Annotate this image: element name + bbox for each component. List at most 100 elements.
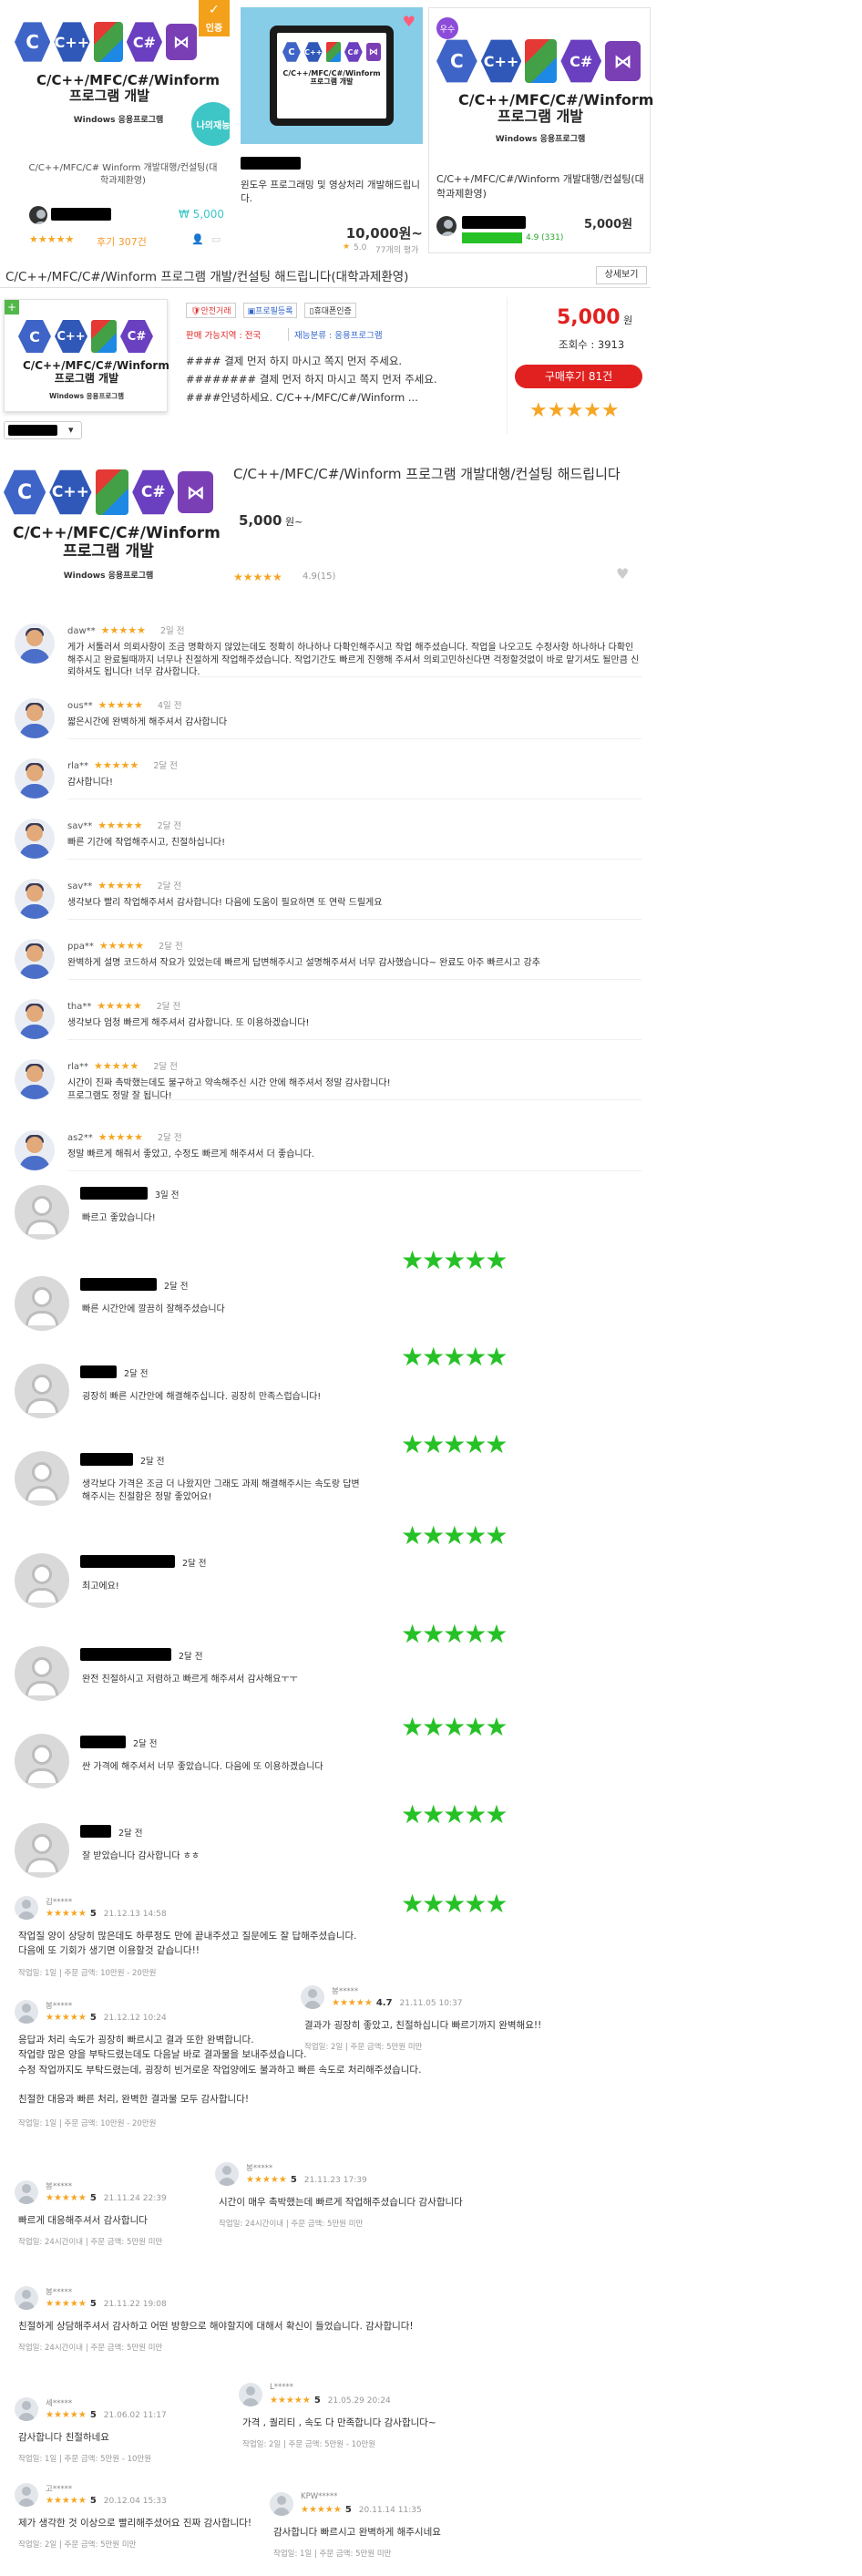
review-header: daw** ★★★★★ 2일 전 (67, 623, 185, 636)
review-stars: ★★★★★ (301, 2505, 342, 2515)
option-select[interactable]: ▾ (4, 421, 82, 439)
reviewer-name-redacted (80, 1825, 111, 1838)
visual-studio-icon: ⋈ (166, 24, 197, 60)
mfc-cubes-icon (325, 42, 341, 62)
review-text: 빠른 기간에 작업해주시고, 친절하십니다! (67, 838, 226, 848)
product-card-2[interactable]: C C++ C# ⋈ C/C++/MFC/C#/Winform 프로그램 개발 … (241, 7, 423, 255)
csharp-logo-icon: C# (120, 320, 153, 353)
reviewer-avatar (15, 2397, 38, 2421)
detail-button[interactable]: 상세보기 (596, 266, 647, 284)
card-2-thumbnail[interactable]: C C++ C# ⋈ C/C++/MFC/C#/Winform 프로그램 개발 … (241, 7, 423, 144)
review-item: 2달 전 생각보다 가격은 조금 더 나왔지만 그래도 과제 해결해주시는 속도랑… (15, 1451, 643, 1551)
detail-title: C/C++/MFC/C#/Winform 프로그램 개발/컨설팅 해드립니다(대… (5, 270, 409, 284)
heart-icon[interactable]: ♥ (616, 565, 629, 582)
review-item: KPW***** ★★★★★ 5 20.11.14 11:35 감사합니다 빠르시고 완… (270, 2492, 598, 2559)
certified-badge: ✓ 인증 (199, 0, 230, 36)
card-1-logo-sub: Windows 응용프로그램 (73, 116, 164, 125)
product-stars: ★★★★★ (233, 571, 282, 583)
review-item: 봉***** ★★★★★ 5 21.12.12 10:24 응답과 처리 속도가 굉장히… (15, 2000, 598, 2128)
review-item: sav** ★★★★★ 2달 전 생각보다 빨리 작업해주셔서 감사합니다! 다음에 … (15, 875, 643, 930)
option-redacted (8, 425, 57, 436)
reviewer-avatar (15, 2000, 38, 2024)
review-header: ppa** ★★★★★ 2달 전 (67, 939, 183, 952)
purchase-review-button[interactable]: 구매후기 81건 (515, 365, 642, 388)
seller-name-redacted (462, 216, 526, 229)
review-time: 2일 전 (159, 626, 185, 636)
product-card-1[interactable]: ✓ 인증 C C++ C# ⋈ C/C++/MFC/C#/Winform 프로그… (0, 0, 239, 249)
cpp-logo-icon: C++ (54, 22, 90, 62)
review-score: 5 (313, 2396, 321, 2406)
review-text: 생각보다 빨리 작업해주셔서 감사합니다! 다음에 도움이 필요하면 또 연락 … (67, 898, 383, 908)
review-text: 생각보다 가격은 조금 더 나왔지만 그래도 과제 해결해주시는 속도랑 답변 … (82, 1479, 360, 1502)
review-divider (67, 1099, 641, 1100)
product-card-3[interactable]: 우수 C C++ C# ⋈ C/C++/MFC/C#/Winform 프로그램 … (428, 7, 653, 253)
review-divider (67, 919, 641, 920)
review-meta: 작업일: 1일 | 주문 금액: 5만원 - 10만원 (18, 2455, 152, 2464)
review-stars: ★★★★★ (46, 2299, 87, 2309)
reviewer-avatar (15, 698, 55, 738)
language-logos: C C++ C# ⋈ (4, 465, 213, 520)
seller-avatar (29, 206, 47, 224)
review-item: rla** ★★★★★ 2달 전 감사합니다! (15, 755, 643, 809)
card-1-review-count[interactable]: 후기 307건 (97, 234, 147, 249)
category: 재능분류 : 응용프로그램 (288, 328, 383, 341)
review-stars-green: ★★★★★ (401, 1520, 508, 1551)
review-rating-line: ★★★★★ 5 21.06.02 11:17 (46, 2408, 167, 2420)
review-item: tha** ★★★★★ 2달 전 생각보다 엄청 빠르게 해주셔서 감사합니다. 또 … (15, 995, 643, 1050)
review-time: 3일 전 (155, 1190, 180, 1200)
reviewer-avatar (15, 2483, 38, 2507)
reviewer-name: sav** (67, 881, 93, 891)
card-1-title[interactable]: C/C++/MFC/C# Winform 개발대행/컨설팅(대학과제환영) (27, 162, 219, 188)
review-item: rla** ★★★★★ 2달 전 시간이 진짜 촉박했는데도 불구하고 약속해주신 시… (15, 1056, 643, 1110)
review-meta: 작업일: 1일 | 주문 금액: 10만원 - 20만원 (18, 2119, 157, 2128)
card-2-rating-count: 77개의 평가 (375, 246, 419, 255)
review-text: 정말 빠르게 해줘서 좋았고, 수정도 빠르게 해주셔서 더 좋습니다. (67, 1149, 314, 1159)
reviewer-avatar (15, 2180, 38, 2204)
reviewer-name-redacted (80, 1555, 175, 1568)
review-text: 친절하게 상담해주셔서 감사하고 어떤 방향으로 해야할지에 대해서 확신이 들… (18, 2321, 414, 2332)
review-score: 5 (344, 2505, 352, 2515)
review-rating-line: ★★★★★ 5 21.11.22 19:08 (46, 2297, 167, 2309)
product-title[interactable]: C/C++/MFC/C#/Winform 프로그램 개발대행/컨설팅 해드립니다 (233, 465, 634, 485)
review-time: 4일 전 (157, 701, 182, 711)
reviewer-name: 봉***** (46, 2182, 73, 2191)
review-stars: ★★★★★ (97, 1000, 142, 1012)
review-score: 5 (89, 2193, 97, 2203)
user-icon: 👤 (191, 233, 204, 245)
review-stars: ★★★★★ (98, 940, 145, 952)
product-image[interactable]: C C++ C# ⋈ C/C++/MFC/C#/Winform 프로그램 개발 … (4, 461, 221, 589)
detail-thumbnail[interactable]: + C C++ C# C/C++/MFC/C#/Winform 프로그램 개발 … (4, 299, 169, 412)
detail-price: 5,000 원 (557, 306, 632, 329)
card-3-price: 5,000원 (584, 218, 633, 232)
review-time: 2달 전 (182, 1559, 207, 1569)
review-date: 20.12.04 15:33 (103, 2497, 167, 2506)
review-item: 2달 전싼 가격에 해주셔서 너무 좋았습니다. 다음에 또 이용하겠습니다 ★★… (15, 1734, 643, 1829)
review-stars: ★★★★★ (46, 2410, 87, 2420)
card-2-title[interactable]: 윈도우 프로그래밍 및 영상처리 개발해드립니다. (241, 179, 423, 206)
detail-logo-title: C/C++/MFC/C#/Winform 프로그램 개발 (23, 359, 169, 385)
csharp-logo-icon: C# (560, 39, 602, 83)
heart-icon[interactable]: ♥ (403, 13, 416, 30)
product-price-value: 5,000 (239, 512, 282, 529)
card-3-logo-sub: Windows 응용프로그램 (495, 135, 586, 144)
reviewer-avatar (15, 1896, 38, 1920)
reviewer-name: 김***** (46, 1898, 73, 1907)
reviewer-name: 봉***** (332, 1987, 359, 1996)
review-item: 봉***** ★★★★★ 5 21.11.22 19:08 친절하게 상담해주셔서 감사… (15, 2286, 598, 2353)
review-stars-green: ★★★★★ (401, 1619, 508, 1649)
reviewer-name: rla** (67, 761, 89, 771)
reviewer-avatar (15, 1130, 55, 1170)
seller-avatar (436, 216, 457, 236)
reviewer-name: KPW***** (301, 2492, 338, 2501)
review-text: 빠른 시간안에 깔끔히 잘해주셨습니다 (82, 1304, 225, 1314)
review-time: 2달 전 (164, 1282, 189, 1292)
card-2-price: 10,000원~ (345, 225, 423, 242)
safe-trade-badge: 🛡안전거래 (186, 303, 236, 318)
card-3-title[interactable]: C/C++/MFC/C#/Winform 개발대행/컨설팅(대학과제환영) (436, 172, 644, 201)
reviewer-avatar (15, 999, 55, 1039)
review-date: 21.11.22 19:08 (103, 2300, 167, 2309)
reviewer-name: daw** (67, 626, 96, 636)
card-1-thumbnail[interactable]: ✓ 인증 C C++ C# ⋈ C/C++/MFC/C#/Winform 프로그… (9, 0, 230, 146)
cpp-logo-icon: C++ (55, 320, 87, 353)
review-rating-line: ★★★★★ 5 21.05.29 20:24 (270, 2394, 391, 2406)
